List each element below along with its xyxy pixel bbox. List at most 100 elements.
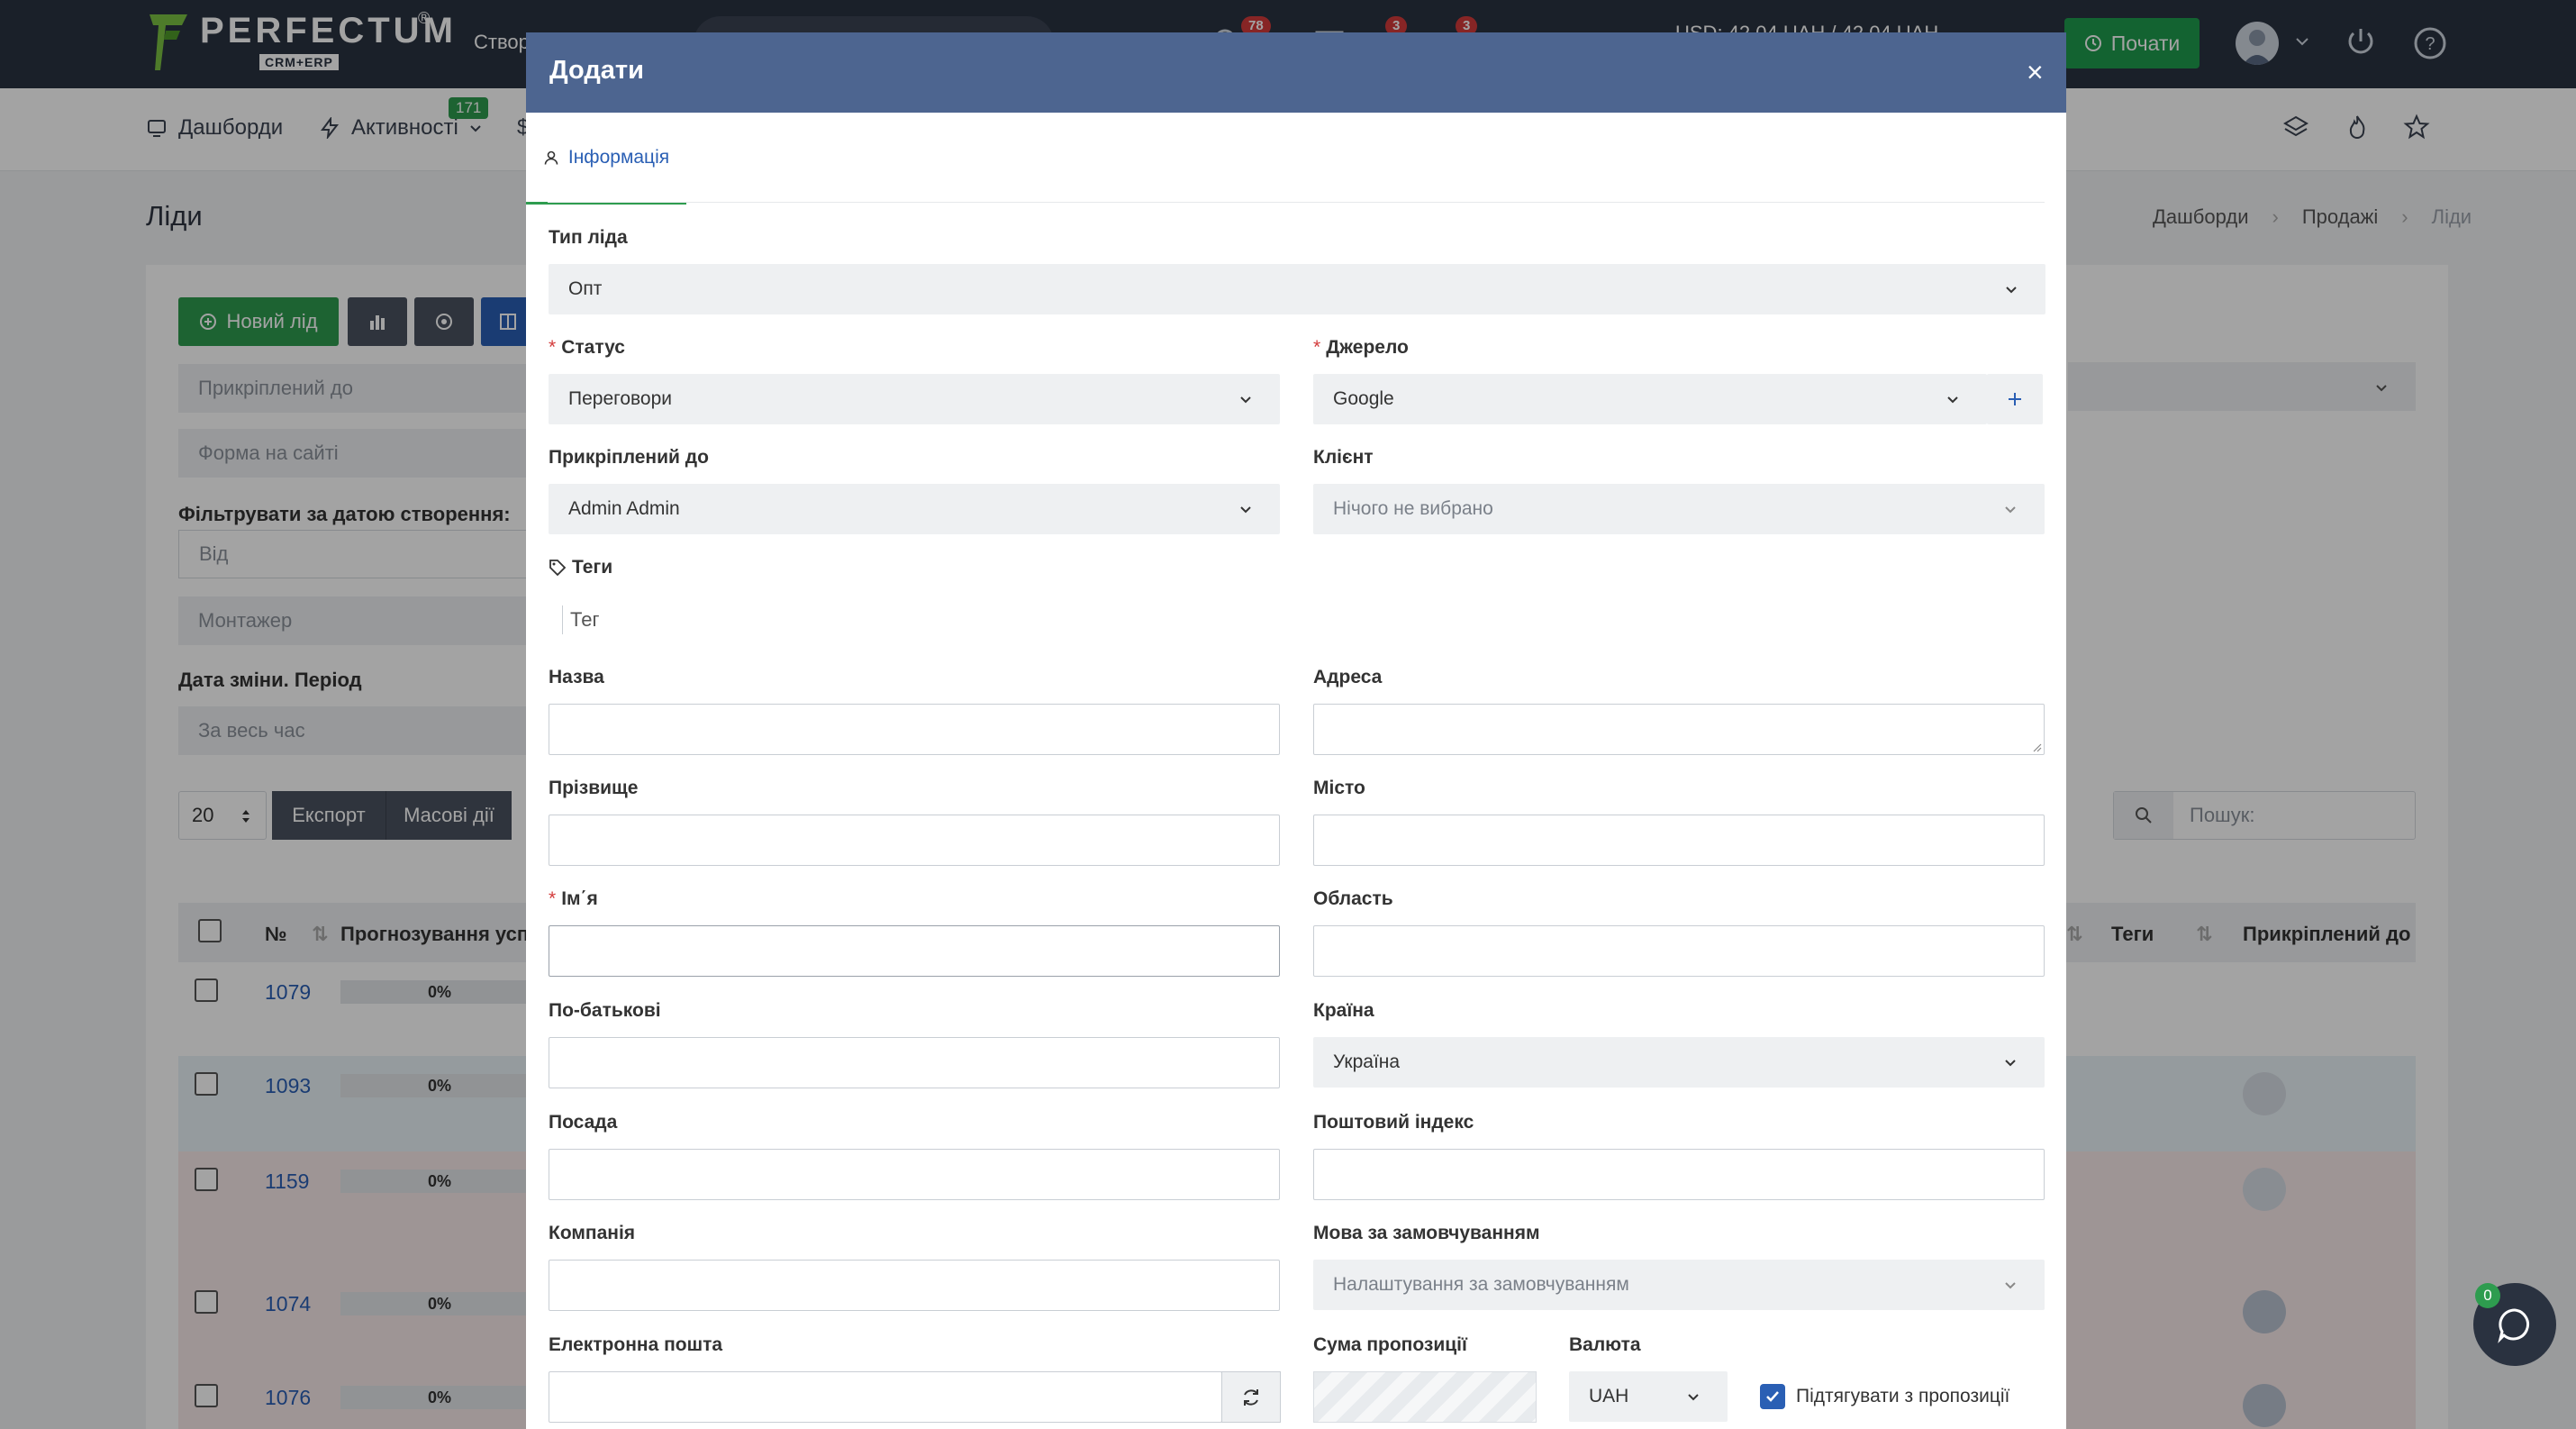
- attached-to-select[interactable]: Admin Admin: [549, 484, 1280, 534]
- company-label: Компанія: [549, 1223, 635, 1244]
- lead-type-value: Опт: [568, 278, 603, 299]
- language-select[interactable]: Налаштування за замовчуванням: [1313, 1260, 2045, 1310]
- resize-handle-icon[interactable]: [2031, 742, 2042, 752]
- checkmark-icon: [1766, 1391, 1779, 1402]
- modal-title: Додати: [549, 56, 644, 85]
- chevron-down-icon: [1240, 396, 1251, 404]
- close-icon[interactable]: ×: [2027, 58, 2044, 86]
- lead-type-label-text: Тип ліда: [549, 227, 628, 248]
- source-value: Google: [1333, 388, 1394, 409]
- surname-label: Прізвище: [549, 778, 638, 799]
- source-label-text: Джерело: [1326, 337, 1409, 358]
- surname-label-text: Прізвище: [549, 778, 639, 798]
- country-label-text: Країна: [1313, 1000, 1374, 1021]
- chevron-down-icon: [1947, 396, 1958, 404]
- address-textarea[interactable]: [1313, 704, 2045, 755]
- city-input[interactable]: [1313, 815, 2045, 866]
- postal-code-label: Поштовий індекс: [1313, 1112, 1474, 1133]
- pull-from-offers-label: Підтягувати з пропозиції: [1796, 1386, 2010, 1406]
- chevron-down-icon: [1688, 1394, 1699, 1401]
- address-label: Адреса: [1313, 667, 1382, 688]
- client-label-text: Клієнт: [1313, 447, 1374, 468]
- required-marker: *: [549, 888, 557, 909]
- chevron-down-icon: [2005, 506, 2016, 514]
- tab-information-label: Інформація: [567, 146, 670, 168]
- company-input[interactable]: [549, 1260, 1280, 1311]
- required-marker: *: [549, 337, 557, 358]
- region-label-text: Область: [1313, 888, 1393, 909]
- email-field[interactable]: [549, 1371, 1222, 1423]
- chevron-down-icon: [2006, 287, 2017, 294]
- address-label-text: Адреса: [1313, 667, 1383, 687]
- user-icon: [544, 150, 558, 165]
- status-label-text: Статус: [561, 337, 625, 358]
- currency-label-text: Валюта: [1569, 1334, 1641, 1355]
- email-refresh-button[interactable]: [1221, 1371, 1281, 1423]
- tags-label-text: Теги: [572, 557, 613, 578]
- attached-to-value: Admin Admin: [568, 498, 680, 519]
- patronymic-label-text: По-батькові: [549, 1000, 661, 1021]
- currency-value: UAH: [1589, 1386, 1629, 1406]
- postal-code-input[interactable]: [1313, 1149, 2045, 1200]
- first-name-input[interactable]: [549, 925, 1280, 977]
- tag-input[interactable]: Тег: [562, 605, 599, 634]
- attached-to-label: Прикріплений до: [549, 447, 709, 469]
- tab-divider: [548, 202, 2045, 203]
- chat-badge: 0: [2475, 1283, 2500, 1308]
- client-label: Клієнт: [1313, 447, 1374, 469]
- surname-input[interactable]: [549, 815, 1280, 866]
- position-input[interactable]: [549, 1149, 1280, 1200]
- country-select[interactable]: Україна: [1313, 1037, 2045, 1088]
- status-select[interactable]: Переговори: [549, 374, 1280, 424]
- lead-type-label: Тип ліда: [549, 227, 628, 249]
- first-name-label-text: Ім΄я: [561, 888, 598, 909]
- currency-label: Валюта: [1569, 1334, 1641, 1356]
- tab-information[interactable]: Інформація: [526, 113, 686, 205]
- language-value: Налаштування за замовчуванням: [1333, 1274, 1629, 1295]
- patronymic-label: По-батькові: [549, 1000, 661, 1022]
- tag-icon: [549, 560, 567, 577]
- source-select[interactable]: Google: [1313, 374, 1987, 424]
- first-name-label: * Ім΄я: [549, 888, 598, 910]
- pull-from-offers-checkbox[interactable]: [1760, 1384, 1785, 1409]
- postal-code-label-text: Поштовий індекс: [1313, 1112, 1474, 1133]
- chat-bubble-icon: [2498, 1308, 2529, 1343]
- modal-header: Додати ×: [526, 32, 2066, 113]
- client-value: Нічого не вибрано: [1333, 498, 1493, 519]
- city-label: Місто: [1313, 778, 1365, 799]
- email-label-text: Електронна пошта: [549, 1334, 723, 1355]
- language-label-text: Мова за замовчуванням: [1313, 1223, 1540, 1243]
- chevron-down-icon: [2005, 1282, 2016, 1289]
- country-value: Україна: [1333, 1051, 1401, 1072]
- offer-sum-input: [1313, 1371, 1537, 1423]
- position-label-text: Посада: [549, 1112, 618, 1133]
- tags-label: Теги: [549, 557, 612, 578]
- name-input[interactable]: [549, 704, 1280, 755]
- position-label: Посада: [549, 1112, 617, 1133]
- region-label: Область: [1313, 888, 1393, 910]
- patronymic-input[interactable]: [549, 1037, 1280, 1088]
- chevron-down-icon: [2005, 1060, 2016, 1067]
- chevron-down-icon: [1240, 506, 1251, 514]
- client-select[interactable]: Нічого не вибрано: [1313, 484, 2045, 534]
- country-label: Країна: [1313, 1000, 1374, 1022]
- add-lead-modal: Додати × Інформація Тип ліда Опт * Статус…: [526, 32, 2066, 1429]
- attached-to-label-text: Прикріплений до: [549, 447, 709, 468]
- source-label: * Джерело: [1313, 337, 1409, 359]
- add-source-button[interactable]: [1987, 374, 2043, 424]
- refresh-icon: [1244, 1388, 1258, 1406]
- status-value: Переговори: [568, 388, 673, 409]
- currency-select[interactable]: UAH: [1569, 1371, 1728, 1422]
- name-label-text: Назва: [549, 667, 604, 687]
- email-label: Електронна пошта: [549, 1334, 722, 1356]
- offer-sum-label: Сума пропозиції: [1313, 1334, 1467, 1356]
- city-label-text: Місто: [1313, 778, 1365, 798]
- name-label: Назва: [549, 667, 604, 688]
- region-input[interactable]: [1313, 925, 2045, 977]
- company-label-text: Компанія: [549, 1223, 636, 1243]
- required-marker: *: [1313, 337, 1321, 358]
- offer-sum-label-text: Сума пропозиції: [1313, 1334, 1467, 1355]
- lead-type-select[interactable]: Опт: [549, 264, 2045, 314]
- language-label: Мова за замовчуванням: [1313, 1223, 1540, 1244]
- plus-icon: [2009, 393, 2021, 405]
